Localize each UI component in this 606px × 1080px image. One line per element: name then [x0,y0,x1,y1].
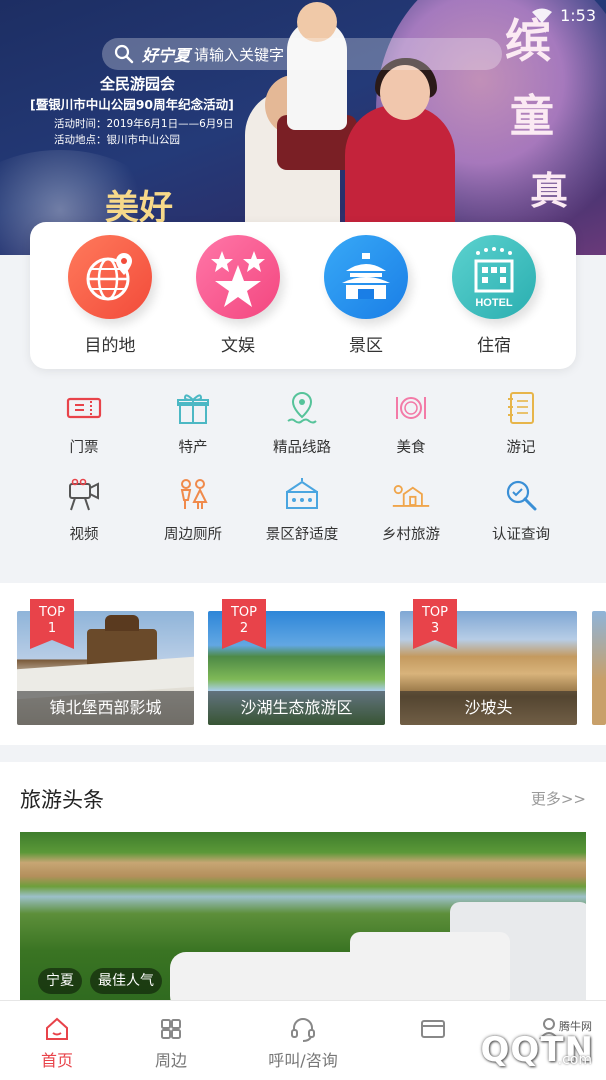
travel-headlines: 旅游头条 更多>> 宁夏 最佳人气 [0,762,606,1002]
category-scenic[interactable]: 景区 [318,235,414,356]
watermark-suffix: .com [557,1052,592,1068]
grid-item-comfort[interactable]: 景区舒适度 [247,475,357,544]
section-title: 旅游头条 [20,788,104,812]
tag-popular: 最佳人气 [90,968,162,994]
banner-event-title: 全民游园会 [100,75,176,93]
grid-item-rural-tourism[interactable]: 乡村旅游 [356,475,466,544]
grid-label: 特产 [178,440,208,456]
grid-label: 门票 [69,440,99,456]
tab-nearby[interactable]: 周边 [116,1015,226,1071]
grid-label: 周边厕所 [164,527,222,543]
tab-label: 呼叫/咨询 [268,1051,338,1070]
hotel-icon: HOTEL [452,235,536,319]
category-label: 目的地 [84,336,136,356]
search-brand-mark: 好宁夏 [142,46,191,65]
gift-icon [173,388,213,428]
banner-event-time: 活动时间：2019年6月1日——6月9日 [54,118,234,130]
svg-text:HOTEL: HOTEL [475,297,513,309]
attraction-name: 沙坡头 [400,691,577,725]
rv-shape [170,952,430,1002]
service-grid: 门票 特产 精品线路 美食 游记 视频 周边厕所 景区舒适度 乡村旅游 认证查询 [0,380,606,555]
category-label: 文娱 [221,336,255,356]
grid-label: 精品线路 [273,440,331,456]
more-link[interactable]: 更多>> [531,788,586,809]
attraction-name: 镇北堡西部影城 [17,691,194,725]
site-watermark: 腾牛网 QQTN .com [398,1018,598,1078]
home-icon [43,1015,71,1043]
rank-number: 2 [239,621,249,636]
stars-icon [196,235,280,319]
hero-banner[interactable]: 全民游园会 [暨银川市中山公园90周年纪念活动] 活动时间：2019年6月1日—… [0,0,606,255]
wifi-icon [532,8,553,24]
search-input[interactable]: 请输入关键字 [194,44,284,65]
banner-calligraphy-3: 真 [530,168,569,213]
grid-icon [157,1015,185,1043]
grid-label: 乡村旅游 [382,527,440,543]
grid-item-tickets[interactable]: 门票 [29,388,139,457]
ticket-icon [64,388,104,428]
headline-photo[interactable]: 宁夏 最佳人气 [20,832,586,1002]
status-bar: 1:53 [532,6,596,25]
globe-pin-icon [68,235,152,319]
rank-number: 3 [430,621,440,636]
grid-label: 美食 [396,440,426,456]
rank-label: TOP [421,605,448,620]
rank-number: 1 [47,621,57,636]
grid-item-video[interactable]: 视频 [29,475,139,544]
main-category-card: 目的地 文娱 景区 HOTEL 住宿 [30,222,576,369]
grid-item-routes[interactable]: 精品线路 [247,388,357,457]
grid-label: 认证查询 [492,527,550,543]
toilet-icon [173,475,213,515]
camera-icon [64,475,104,515]
attraction-photo [592,611,606,725]
notebook-icon [501,388,541,428]
status-time: 1:53 [560,6,596,25]
tab-label: 首页 [40,1051,73,1070]
tab-label: 周边 [154,1051,187,1070]
grid-label: 视频 [69,527,99,543]
grid-label: 景区舒适度 [265,527,339,543]
banner-event-subtitle: [暨银川市中山公园90周年纪念活动] [30,97,234,112]
category-label: 景区 [349,336,383,356]
banner-event-place: 活动地点：银川市中山公园 [54,134,180,146]
village-icon [391,475,431,515]
grid-item-toilets[interactable]: 周边厕所 [138,475,248,544]
tab-call-consult[interactable]: 呼叫/咨询 [248,1015,358,1071]
temple-icon [324,235,408,319]
rank-label: TOP [230,605,257,620]
tag-region: 宁夏 [38,968,82,994]
rank-label: TOP [38,605,65,620]
category-hotel[interactable]: HOTEL 住宿 [446,235,542,356]
grid-item-specialty[interactable]: 特产 [138,388,248,457]
grid-label: 游记 [506,440,536,456]
top-card-next-peek[interactable] [592,611,606,725]
banner-calligraphy-2: 童 [510,91,554,142]
search-bar[interactable]: 好宁夏 请输入关键字 [102,38,502,70]
category-entertainment[interactable]: 文娱 [190,235,286,356]
tab-home[interactable]: 首页 [2,1015,112,1071]
grid-item-verify[interactable]: 认证查询 [466,475,576,544]
search-icon [114,44,134,64]
route-pin-icon [282,388,322,428]
grid-item-food[interactable]: 美食 [356,388,466,457]
grid-item-travelogue[interactable]: 游记 [466,388,576,457]
comfort-icon [282,475,322,515]
banner-event-logo [30,0,160,12]
category-label: 住宿 [477,336,511,356]
plate-icon [391,388,431,428]
search-verify-icon [501,475,541,515]
top-attractions-carousel[interactable]: 镇北堡西部影城 TOP 1 沙湖生态旅游区 TOP 2 沙坡头 TOP 3 [0,583,606,745]
headset-icon [289,1015,317,1043]
category-destination[interactable]: 目的地 [62,235,158,356]
attraction-name: 沙湖生态旅游区 [208,691,385,725]
